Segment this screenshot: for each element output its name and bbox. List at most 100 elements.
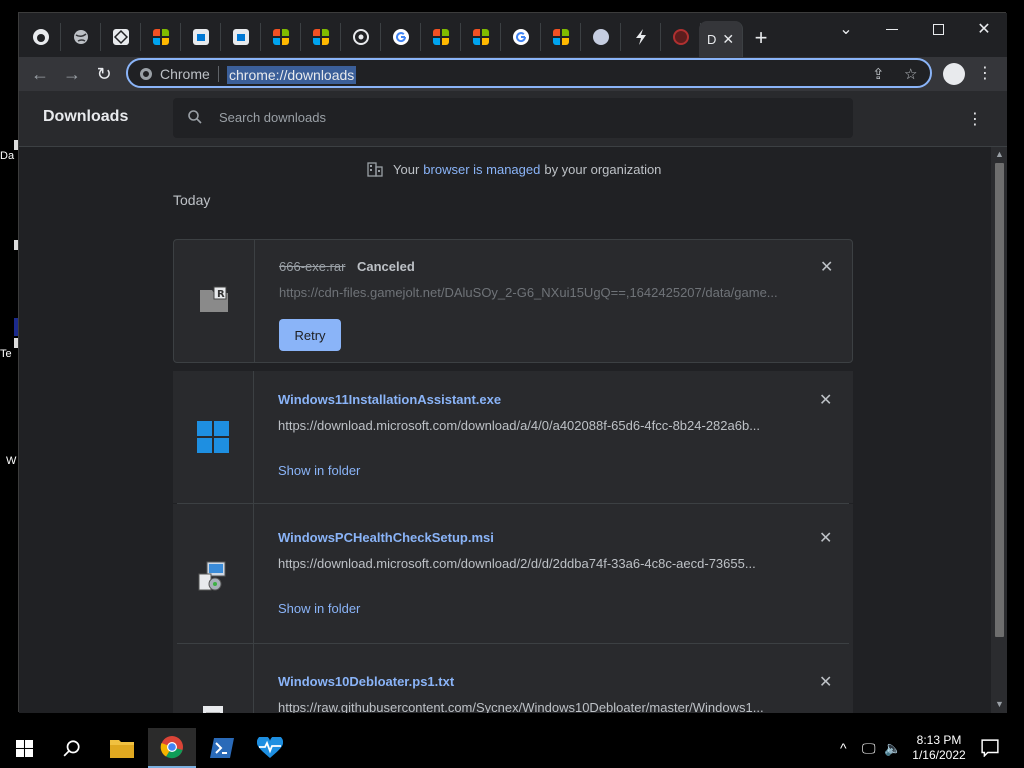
desktop-icon[interactable]: Da — [0, 140, 18, 162]
volume-muted-icon[interactable]: 🔈 — [884, 740, 901, 757]
scroll-down-arrow-icon[interactable]: ▼ — [995, 699, 1004, 709]
tab-microsoft-4[interactable] — [421, 23, 461, 51]
chrome-icon — [140, 68, 152, 80]
svg-text:R: R — [217, 289, 225, 300]
network-icon[interactable]: 🖵 — [862, 740, 876, 757]
remove-item-icon[interactable]: ✕ — [819, 390, 832, 410]
tab-microsoft[interactable] — [141, 23, 181, 51]
remove-item-icon[interactable]: ✕ — [819, 528, 832, 548]
powershell-button[interactable] — [198, 728, 246, 768]
back-button[interactable]: ← — [27, 61, 53, 87]
chrome-menu-icon[interactable]: ⋮ — [977, 63, 993, 83]
bookmark-star-icon[interactable]: ☆ — [904, 65, 917, 83]
lightning-icon — [635, 29, 646, 45]
tab-chrome[interactable] — [341, 23, 381, 51]
notifications-button[interactable] — [970, 728, 1010, 768]
download-filename[interactable]: Windows10Debloater.ps1.txt — [278, 674, 454, 689]
search-icon — [188, 110, 202, 124]
show-in-folder-link[interactable]: Show in folder — [278, 601, 360, 616]
microsoft-icon — [432, 29, 449, 45]
download-url[interactable]: https://download.microsoft.com/download/… — [278, 418, 778, 433]
managed-link[interactable]: browser is managed — [423, 162, 540, 177]
chrome-taskbar-button[interactable] — [148, 728, 196, 768]
toolbar: ← → ↻ Chrome chrome://downloads ⇪ ☆ ⋮ — [19, 57, 1007, 91]
desktop-icon[interactable]: Te — [0, 338, 18, 360]
tab-red[interactable] — [661, 23, 701, 51]
desktop-icon[interactable] — [0, 318, 20, 336]
scroll-up-arrow-icon[interactable]: ▲ — [995, 149, 1004, 159]
start-button[interactable] — [0, 728, 48, 768]
tab-github[interactable] — [21, 23, 61, 51]
url-text[interactable]: chrome://downloads — [227, 66, 357, 84]
tab-globe[interactable] — [61, 23, 101, 51]
scrollbar-thumb[interactable] — [995, 163, 1004, 637]
tab-ball[interactable] — [581, 23, 621, 51]
system-clock[interactable]: 8:13 PM 1/16/2022 — [906, 733, 972, 763]
tab-google-2[interactable] — [501, 23, 541, 51]
download-status: Canceled — [357, 259, 415, 274]
store-icon — [192, 29, 209, 45]
retry-button[interactable]: Retry — [279, 319, 341, 351]
reload-button[interactable]: ↻ — [91, 61, 117, 87]
download-url[interactable]: https://cdn-files.gamejolt.net/DAluSOy_2… — [279, 285, 779, 300]
tab-microsoft-2[interactable] — [261, 23, 301, 51]
tab-downloads[interactable]: D ✕ — [699, 21, 743, 57]
desktop-icon-label[interactable]: W — [6, 455, 16, 467]
download-filename[interactable]: WindowsPCHealthCheckSetup.msi — [278, 530, 494, 545]
file-icon-column — [173, 371, 254, 503]
download-filename[interactable]: 666-exe.rar — [279, 259, 345, 274]
powershell-icon — [210, 738, 234, 758]
managed-text-suffix: by your organization — [544, 161, 662, 177]
maximize-icon — [932, 23, 944, 35]
search-button[interactable] — [48, 728, 96, 768]
diamond-app-icon — [112, 29, 129, 45]
github-icon — [32, 29, 49, 45]
forward-button[interactable]: → — [59, 61, 85, 87]
folder-icon — [110, 740, 134, 758]
show-hidden-icons-icon[interactable]: ^ — [840, 740, 847, 756]
heart-pulse-icon — [257, 737, 283, 758]
installer-msi-icon — [198, 561, 226, 591]
tab-strip: D ✕ + ⌄ ✕ — [19, 13, 1007, 57]
profile-avatar-icon[interactable] — [943, 63, 965, 85]
tab-microsoft-6[interactable] — [541, 23, 581, 51]
windows-start-icon — [15, 739, 33, 757]
tab-microsoft-3[interactable] — [301, 23, 341, 51]
address-bar[interactable]: Chrome chrome://downloads ⇪ ☆ — [126, 58, 932, 88]
rar-file-icon: R — [200, 286, 228, 312]
forward-arrow-icon: → — [63, 63, 81, 84]
tab-search-button[interactable]: ⌄ — [823, 13, 869, 45]
tab-app[interactable] — [101, 23, 141, 51]
reload-icon: ↻ — [96, 63, 112, 84]
maximize-button[interactable] — [915, 13, 961, 45]
remove-item-icon[interactable]: ✕ — [819, 672, 832, 692]
omnibox-chip-label: Chrome — [160, 66, 210, 82]
health-app-button[interactable] — [246, 728, 294, 768]
file-icon-column: R — [174, 240, 255, 362]
tab-google[interactable] — [381, 23, 421, 51]
scrollbar[interactable]: ▲ ▼ — [991, 147, 1007, 713]
remove-item-icon[interactable]: ✕ — [820, 257, 833, 277]
tab-store[interactable] — [181, 23, 221, 51]
microsoft-icon — [552, 29, 569, 45]
close-tab-icon[interactable]: ✕ — [722, 31, 734, 48]
omnibox-chip[interactable]: Chrome — [140, 66, 210, 82]
file-icon-column — [173, 504, 254, 644]
search-input[interactable]: Search downloads — [173, 98, 853, 138]
download-url[interactable]: https://raw.githubusercontent.com/Sycnex… — [278, 700, 778, 713]
file-explorer-button[interactable] — [98, 728, 146, 768]
desktop-icon[interactable] — [0, 240, 18, 250]
text-file-icon — [203, 706, 223, 713]
download-url[interactable]: https://download.microsoft.com/download/… — [278, 556, 778, 571]
tab-microsoft-5[interactable] — [461, 23, 501, 51]
minimize-button[interactable] — [869, 13, 915, 45]
tab-store-2[interactable] — [221, 23, 261, 51]
show-in-folder-link[interactable]: Show in folder — [278, 463, 360, 478]
search-placeholder: Search downloads — [219, 110, 326, 125]
new-tab-button[interactable]: + — [749, 25, 773, 51]
close-window-button[interactable]: ✕ — [961, 13, 1007, 45]
more-actions-icon[interactable]: ⋮ — [967, 109, 983, 129]
download-filename[interactable]: Windows11InstallationAssistant.exe — [278, 392, 501, 407]
share-icon[interactable]: ⇪ — [872, 65, 885, 83]
tab-lightning[interactable] — [621, 23, 661, 51]
